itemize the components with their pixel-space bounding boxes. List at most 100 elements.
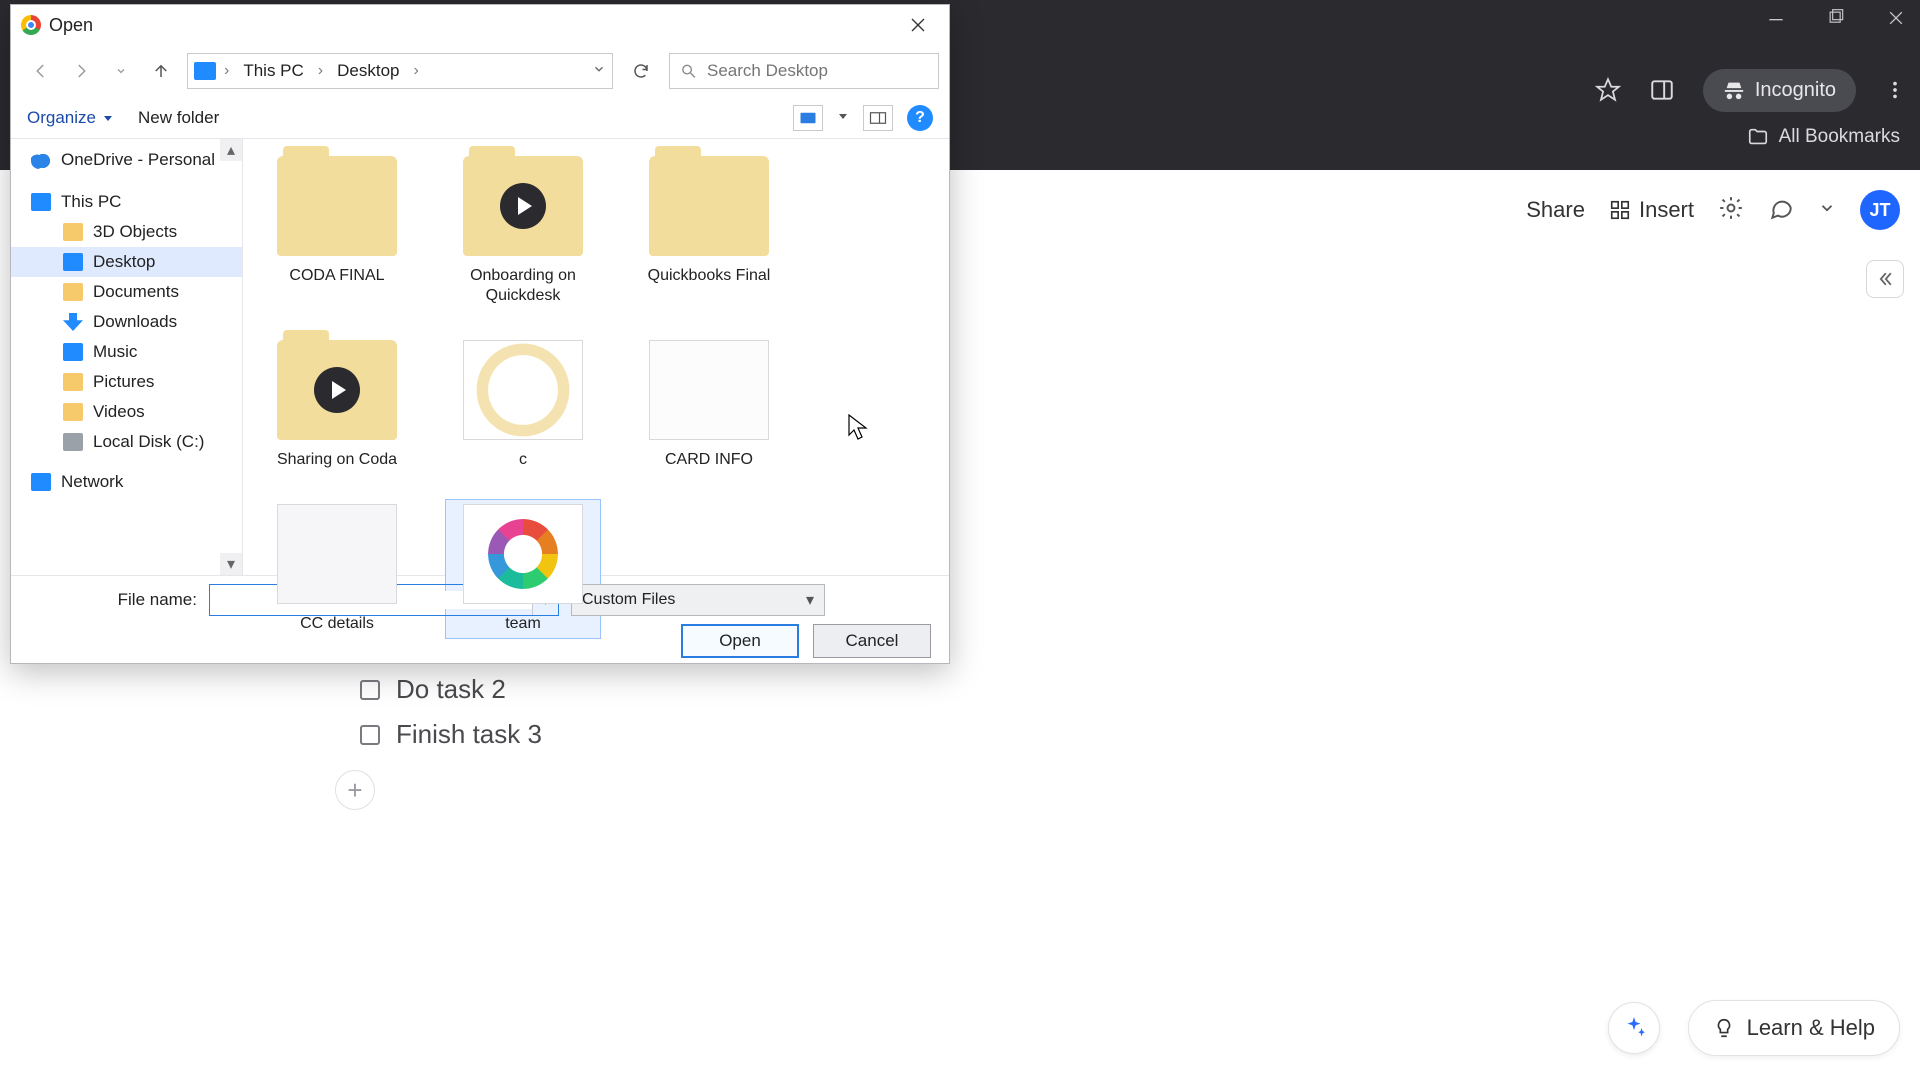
search-box[interactable] [669,53,939,89]
nav-back-button[interactable] [27,57,55,85]
folder-icon [1747,126,1769,148]
tree-documents[interactable]: Documents [11,277,242,307]
all-bookmarks-button[interactable]: All Bookmarks [1747,126,1900,148]
incognito-indicator[interactable]: Incognito [1703,69,1856,112]
view-mode-button[interactable] [793,105,823,131]
chrome-app-icon [21,15,41,35]
videos-icon [63,403,83,421]
chevron-down-icon: ▾ [806,590,814,610]
tree-pictures[interactable]: Pictures [11,367,242,397]
dialog-titlebar[interactable]: Open [11,5,949,45]
dialog-title: Open [49,15,93,36]
tree-music[interactable]: Music [11,337,242,367]
document-content: Do task 2 Finish task 3 [360,660,1060,764]
nav-history-dropdown[interactable] [107,57,135,85]
learn-help-label: Learn & Help [1747,1015,1875,1041]
share-button[interactable]: Share [1526,197,1585,223]
tree-onedrive[interactable]: OneDrive - Personal [11,145,242,175]
window-maximize-icon[interactable] [1826,8,1846,33]
tree-scroll-up[interactable]: ▴ [220,139,242,161]
ai-assist-button[interactable] [1608,1002,1660,1054]
pictures-icon [63,373,83,391]
folder-icon [277,156,397,256]
app-header-actions: Share Insert JT [1526,190,1900,230]
tree-local-disk[interactable]: Local Disk (C:) [11,427,242,457]
task-item[interactable]: Finish task 3 [360,719,1060,750]
file-item-folder[interactable]: Quickbooks Final [631,151,787,311]
file-item-folder[interactable]: Sharing on Coda [259,335,415,475]
nav-up-button[interactable] [147,57,175,85]
open-button[interactable]: Open [681,624,799,658]
breadcrumb-bar[interactable]: › This PC › Desktop › [187,53,613,89]
file-type-label: Custom Files [582,591,675,609]
dialog-close-button[interactable] [897,7,939,43]
view-mode-dropdown[interactable] [837,109,849,127]
add-block-button[interactable]: + [335,770,375,810]
video-folder-icon [277,340,397,440]
dialog-toolbar: Organize New folder ? [11,97,949,139]
preview-pane-button[interactable] [863,105,893,131]
search-icon [680,62,697,80]
tree-videos[interactable]: Videos [11,397,242,427]
file-item-folder[interactable]: Onboarding on Quickdesk [445,151,601,311]
checkbox-icon[interactable] [360,680,380,700]
insert-button[interactable]: Insert [1609,197,1694,223]
file-item-image[interactable]: c [445,335,601,475]
file-open-dialog: Open › This PC › Desktop › Organize New … [10,4,950,664]
file-type-select[interactable]: Custom Files ▾ [571,584,825,616]
chevron-right-icon: › [314,62,327,80]
refresh-button[interactable] [625,55,657,87]
folder-icon [63,223,83,241]
chrome-menu-icon[interactable] [1884,77,1906,103]
settings-icon[interactable] [1718,195,1744,226]
file-grid: CODA FINAL Onboarding on Quickdesk Quick… [243,139,949,575]
task-item[interactable]: Do task 2 [360,674,1060,705]
breadcrumb-dropdown-icon[interactable] [592,62,606,81]
organize-button[interactable]: Organize [27,108,114,128]
checkbox-icon[interactable] [360,725,380,745]
image-thumb [463,340,583,440]
tree-3d-objects[interactable]: 3D Objects [11,217,242,247]
nav-forward-button[interactable] [67,57,95,85]
file-item-image[interactable]: CC details [259,499,415,639]
pc-icon [194,62,216,80]
file-item-image[interactable]: CARD INFO [631,335,787,475]
tree-network[interactable]: Network [11,467,242,497]
insert-label: Insert [1639,197,1694,223]
cancel-button[interactable]: Cancel [813,624,931,658]
tree-downloads[interactable]: Downloads [11,307,242,337]
chevron-down-icon[interactable] [1818,199,1836,222]
breadcrumb-desktop[interactable]: Desktop [331,57,405,85]
tree-desktop[interactable]: Desktop [11,247,242,277]
comments-icon[interactable] [1768,195,1794,226]
new-folder-button[interactable]: New folder [138,108,219,128]
tree-this-pc[interactable]: This PC [11,187,242,217]
incognito-icon [1723,79,1745,101]
chevron-right-icon: › [220,62,233,80]
pc-icon [31,193,51,211]
file-item-folder[interactable]: CODA FINAL [259,151,415,311]
breadcrumb-this-pc[interactable]: This PC [237,57,309,85]
mouse-cursor [848,414,868,442]
image-thumb [463,504,583,604]
learn-help-button[interactable]: Learn & Help [1688,1000,1900,1056]
grid-icon [1609,199,1631,221]
all-bookmarks-label: All Bookmarks [1779,126,1900,148]
music-icon [63,343,83,361]
lightbulb-icon [1713,1017,1735,1039]
folder-icon [63,283,83,301]
tree-scroll-down[interactable]: ▾ [220,553,242,575]
collapse-panel-button[interactable] [1866,260,1904,298]
search-input[interactable] [707,61,928,81]
incognito-label: Incognito [1755,79,1836,102]
image-thumb [649,340,769,440]
image-thumb [277,504,397,604]
window-close-icon[interactable] [1886,8,1906,33]
window-minimize-icon[interactable] [1766,8,1786,33]
chevron-right-icon: › [410,62,423,80]
bookmark-star-icon[interactable] [1595,77,1621,103]
user-avatar[interactable]: JT [1860,190,1900,230]
help-button[interactable]: ? [907,105,933,131]
file-item-image[interactable]: team [445,499,601,639]
side-panel-icon[interactable] [1649,77,1675,103]
